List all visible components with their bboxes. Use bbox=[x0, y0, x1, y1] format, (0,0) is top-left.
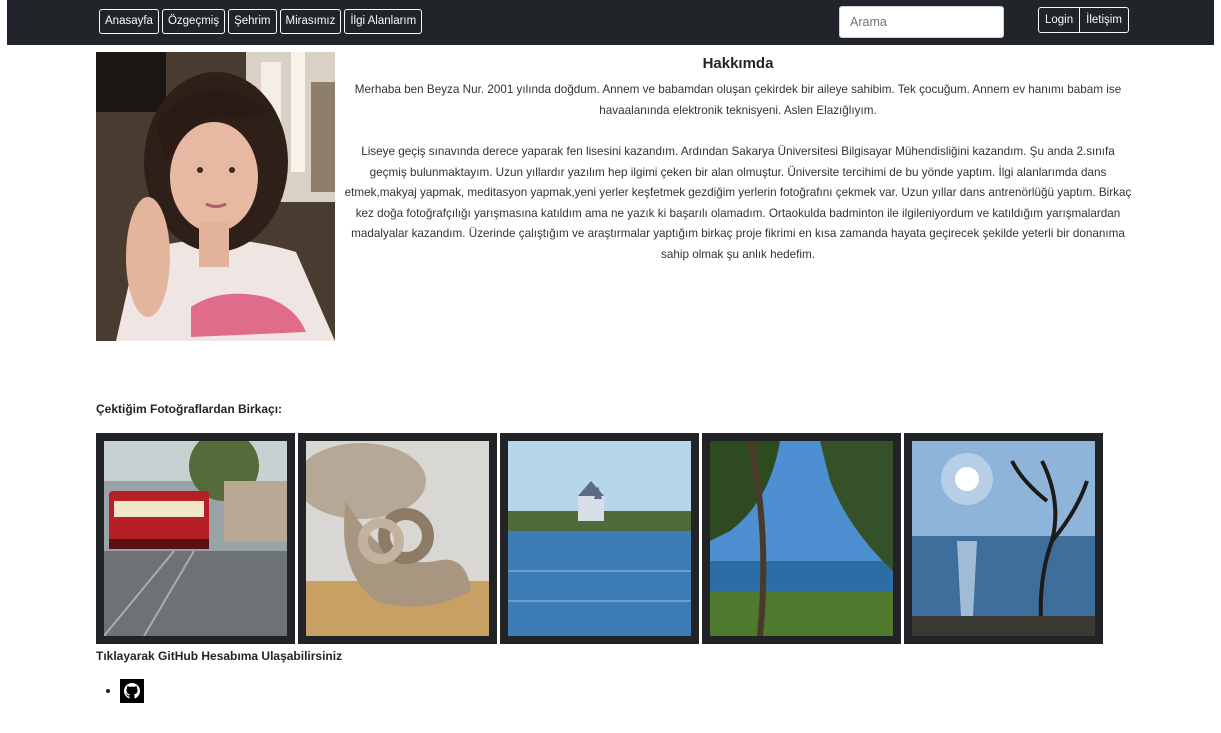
github-icon[interactable] bbox=[120, 679, 144, 703]
gallery-photo-sculpture[interactable] bbox=[298, 433, 497, 644]
contact-button[interactable]: İletişim bbox=[1079, 8, 1128, 32]
nav-interests-button[interactable]: İlgi Alanlarım bbox=[344, 9, 423, 34]
about-paragraph-2: Liseye geçiş sınavında derece yaparak fe… bbox=[344, 145, 1132, 261]
list-bullet bbox=[106, 689, 110, 693]
search-input[interactable] bbox=[839, 6, 1004, 38]
about-text: Merhaba ben Beyza Nur. 2001 yılında doğd… bbox=[343, 80, 1133, 265]
about-paragraph-1: Merhaba ben Beyza Nur. 2001 yılında doğd… bbox=[354, 83, 1122, 117]
navbar: Anasayfa Özgeçmiş Şehrim Mirasımız İlgi … bbox=[7, 0, 1214, 45]
nav-heritage-button[interactable]: Mirasımız bbox=[279, 9, 342, 34]
link-list bbox=[106, 679, 144, 703]
about-title: Hakkımda bbox=[702, 55, 774, 72]
login-button[interactable]: Login bbox=[1039, 8, 1079, 32]
gallery-photo-castle-lake[interactable] bbox=[500, 433, 699, 644]
nav-city-button[interactable]: Şehrim bbox=[228, 9, 277, 34]
gallery-photo-lake-tree[interactable] bbox=[904, 433, 1103, 644]
auth-button-group: Login İletişim bbox=[1038, 7, 1129, 33]
nav-cv-button[interactable]: Özgeçmiş bbox=[161, 9, 226, 34]
github-title: Tıklayarak GitHub Hesabıma Ulaşabilirsin… bbox=[96, 649, 343, 663]
profile-photo bbox=[96, 52, 335, 341]
gallery-photo-pine-sea[interactable] bbox=[702, 433, 901, 644]
nav-menu: Anasayfa Özgeçmiş Şehrim Mirasımız İlgi … bbox=[99, 9, 423, 34]
photo-gallery bbox=[96, 433, 1103, 644]
gallery-title: Çektiğim Fotoğraflardan Birkaçı: bbox=[96, 402, 283, 416]
gallery-photo-tram[interactable] bbox=[96, 433, 295, 644]
nav-home-button[interactable]: Anasayfa bbox=[99, 9, 159, 34]
